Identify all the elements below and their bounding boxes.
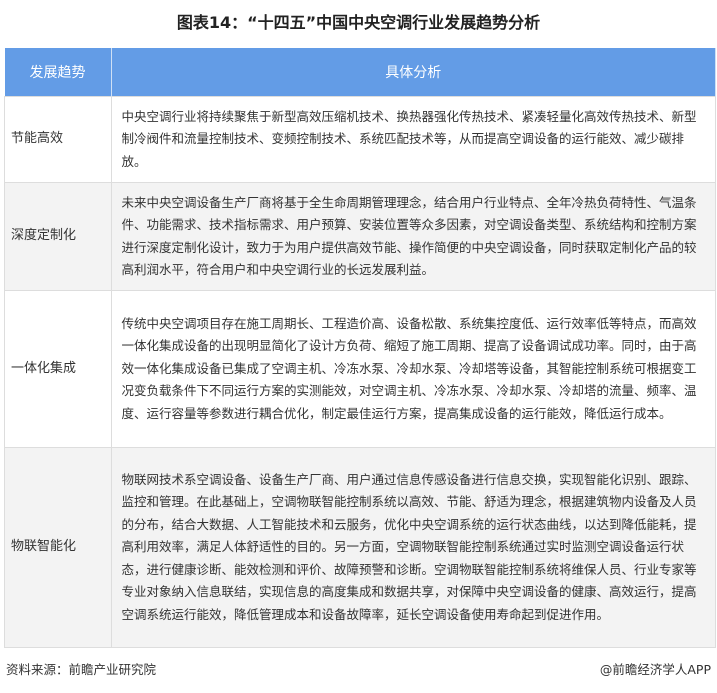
table-row: 物联智能化 物联网技术系空调设备、设备生产厂商、用户通过信息传感设备进行信息交换，…: [4, 447, 716, 648]
header-analysis: 具体分析: [111, 48, 716, 97]
analysis-cell: 物联网技术系空调设备、设备生产厂商、用户通过信息传感设备进行信息交换，实现智能化…: [110, 447, 716, 648]
credit-note: @前瞻经济学人APP: [599, 662, 711, 677]
trend-cell: 节能高效: [4, 96, 112, 183]
table-row: 深度定制化 未来中央空调设备生产厂商将基于全生命周期管理理念，结合用户行业特点、全…: [4, 182, 716, 291]
page-title: 图表14：“十四五”中国中央空调行业发展趋势分析: [176, 13, 541, 32]
trend-cell: 一体化集成: [4, 290, 112, 448]
analysis-cell: 传统中央空调项目存在施工周期长、工程造价高、设备松散、系统集控度低、运行效率低等…: [110, 290, 716, 448]
table-row: 节能高效 中央空调行业将持续聚焦于新型高效压缩机技术、换热器强化传热技术、紧凑轻量…: [4, 96, 716, 183]
table-row: 一体化集成 传统中央空调项目存在施工周期长、工程造价高、设备松散、系统集控度低、运…: [4, 290, 716, 448]
trend-cell: 物联智能化: [4, 447, 112, 648]
table-header: 发展趋势 具体分析: [4, 48, 716, 97]
trend-table: 发展趋势 具体分析 节能高效 中央空调行业将持续聚焦于新型高效压缩机技术、换热器强…: [4, 48, 716, 648]
source-note: 资料来源：前瞻产业研究院: [6, 662, 157, 677]
header-trend: 发展趋势: [4, 48, 112, 97]
analysis-cell: 未来中央空调设备生产厂商将基于全生命周期管理理念，结合用户行业特点、全年冷热负荷…: [110, 182, 716, 291]
analysis-cell: 中央空调行业将持续聚焦于新型高效压缩机技术、换热器强化传热技术、紧凑轻量化高效传…: [110, 96, 716, 183]
trend-cell: 深度定制化: [4, 182, 112, 291]
